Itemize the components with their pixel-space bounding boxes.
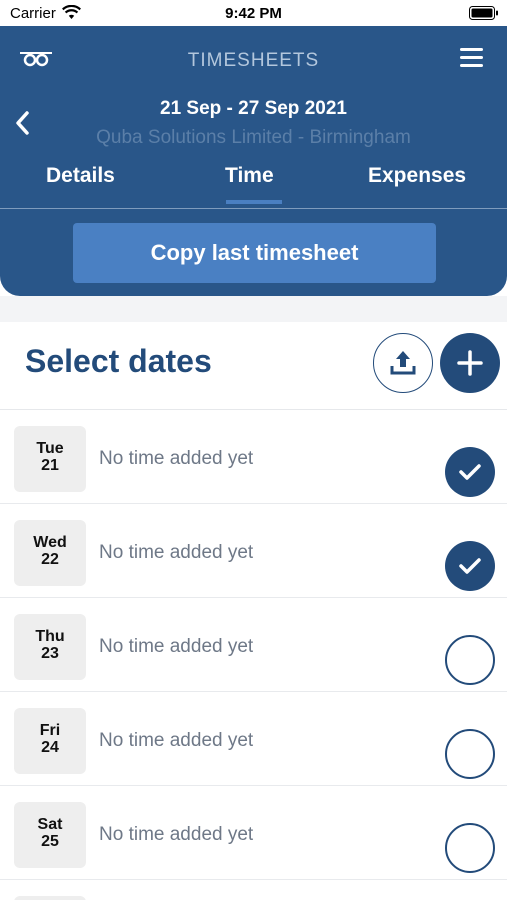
day-name: Thu — [35, 628, 65, 645]
day-name: Sat — [37, 816, 63, 833]
day-status: No time added yet — [99, 542, 254, 563]
day-checkbox-unchecked[interactable] — [445, 635, 495, 685]
day-number: 24 — [41, 739, 59, 756]
status-bar: Carrier 9:42 PM — [0, 0, 507, 26]
day-badge: Thu 23 — [14, 614, 86, 680]
day-row[interactable]: Tue 21 No time added yet — [0, 410, 507, 504]
day-row[interactable]: Sat 25 No time added yet — [0, 786, 507, 880]
menu-icon[interactable] — [460, 48, 483, 68]
day-name: Fri — [39, 722, 61, 739]
day-number: 21 — [41, 457, 59, 474]
day-status: No time added yet — [99, 636, 254, 657]
active-tab-indicator — [226, 200, 282, 204]
day-badge: Fri 24 — [14, 708, 86, 774]
day-checkbox-unchecked[interactable] — [445, 823, 495, 873]
page-title: TIMESHEETS — [187, 50, 320, 71]
checkmark-icon — [459, 464, 481, 480]
header-spacer — [0, 296, 507, 322]
day-badge: Tue 21 — [14, 426, 86, 492]
upload-icon — [390, 351, 416, 375]
day-badge-partial — [14, 896, 86, 900]
day-checkbox-checked[interactable] — [445, 447, 495, 497]
date-range: 21 Sep - 27 Sep 2021 — [160, 98, 347, 119]
copy-last-timesheet-button[interactable]: Copy last timesheet — [73, 223, 436, 283]
day-number: 22 — [41, 551, 59, 568]
battery-icon — [469, 6, 498, 20]
day-status: No time added yet — [99, 824, 254, 845]
day-number: 25 — [41, 833, 59, 850]
timesheet-header: TIMESHEETS 21 Sep - 27 Sep 2021 Quba Sol… — [0, 26, 507, 296]
add-button[interactable] — [440, 333, 500, 393]
company-name: Quba Solutions Limited - Birmingham — [96, 127, 411, 148]
day-row[interactable]: Wed 22 No time added yet — [0, 504, 507, 598]
day-name: Wed — [33, 534, 67, 551]
day-name: Tue — [36, 440, 64, 457]
checkmark-icon — [459, 558, 481, 574]
day-row[interactable]: Thu 23 No time added yet — [0, 598, 507, 692]
day-status: No time added yet — [99, 730, 254, 751]
day-status: No time added yet — [99, 448, 254, 469]
day-number: 23 — [41, 645, 59, 662]
tab-expenses[interactable]: Expenses — [368, 164, 466, 188]
clock: 9:42 PM — [225, 5, 282, 22]
upload-button[interactable] — [373, 333, 433, 393]
day-row[interactable]: Fri 24 No time added yet — [0, 692, 507, 786]
tab-details[interactable]: Details — [46, 164, 115, 188]
day-badge: Wed 22 — [14, 520, 86, 586]
tab-time[interactable]: Time — [225, 164, 274, 188]
day-checkbox-unchecked[interactable] — [445, 729, 495, 779]
plus-icon — [457, 350, 483, 376]
day-badge: Sat 25 — [14, 802, 86, 868]
section-title: Select dates — [25, 343, 212, 379]
day-checkbox-checked[interactable] — [445, 541, 495, 591]
tab-divider — [0, 208, 507, 209]
